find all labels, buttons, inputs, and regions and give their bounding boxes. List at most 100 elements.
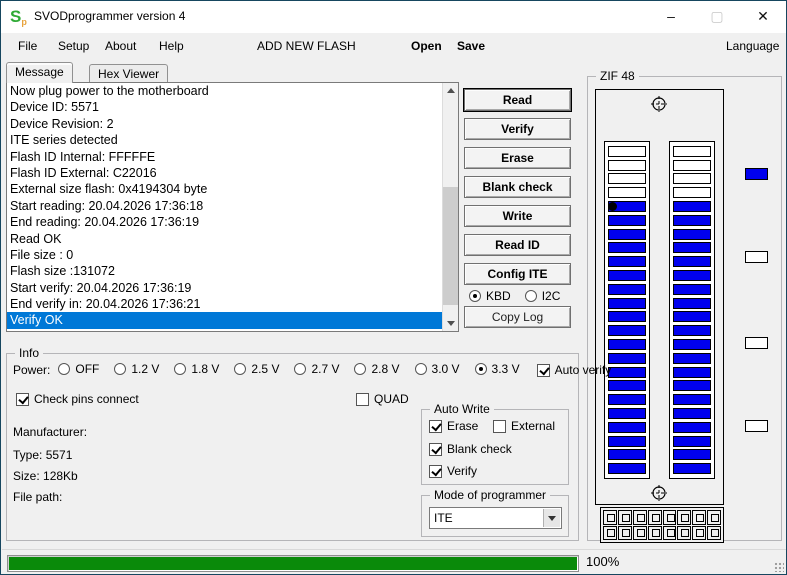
mode-value: ITE <box>434 511 453 525</box>
i2c-radio[interactable]: I2C <box>524 289 560 303</box>
blank-check-button[interactable]: Blank check <box>464 176 571 198</box>
message-log[interactable]: Now plug power to the motherboard Device … <box>6 82 459 332</box>
log-line[interactable]: Now plug power to the motherboard <box>7 83 458 99</box>
power-3.3v-radio[interactable]: 3.3 V <box>474 362 520 376</box>
auto-write-external-checkbox[interactable]: External <box>493 419 555 433</box>
kbd-radio[interactable]: KBD <box>469 289 511 303</box>
config-ite-button[interactable]: Config ITE <box>464 263 571 285</box>
auto-write-verify-checkbox[interactable]: Verify <box>429 464 477 478</box>
zif-pin-slot <box>673 145 711 157</box>
radio-icon <box>414 363 427 375</box>
verify-button[interactable]: Verify <box>464 118 571 140</box>
alignment-crosshair-top-icon <box>651 96 667 112</box>
scroll-down-icon[interactable] <box>443 315 458 331</box>
checkbox-icon <box>429 419 442 433</box>
power-2.7v-radio[interactable]: 2.7 V <box>294 362 339 376</box>
zif-pin-slot <box>673 173 711 185</box>
auto-verify-checkbox[interactable]: Auto verify <box>536 363 611 377</box>
power-1.8v-radio[interactable]: 1.8 V <box>174 362 219 376</box>
log-line[interactable]: Start reading: 20.04.2026 17:36:18 <box>7 198 458 214</box>
menu-add-new-flash[interactable]: ADD NEW FLASH <box>257 39 356 53</box>
checkbox-icon <box>429 464 442 478</box>
log-line[interactable]: Flash ID External: C22016 <box>7 165 458 181</box>
log-line[interactable]: Device Revision: 2 <box>7 116 458 132</box>
zif-pin-slot <box>608 380 646 392</box>
quad-checkbox[interactable]: QUAD <box>356 392 409 406</box>
read-id-button[interactable]: Read ID <box>464 234 571 256</box>
log-line[interactable]: Verify OK <box>7 312 442 329</box>
zif-pin-slot <box>673 159 711 171</box>
log-line[interactable]: File size : 0 <box>7 247 458 263</box>
log-scrollbar[interactable] <box>442 83 458 331</box>
log-line[interactable]: Flash size :131072 <box>7 263 458 279</box>
close-button[interactable]: ✕ <box>740 1 786 32</box>
scrollbar-thumb[interactable] <box>443 187 458 305</box>
zif-pin-slot <box>608 214 646 226</box>
connector-pin <box>617 510 632 525</box>
power-2.8v-radio[interactable]: 2.8 V <box>354 362 400 376</box>
menu-open[interactable]: Open <box>411 39 442 53</box>
zif-pin-slot <box>608 311 646 323</box>
write-button[interactable]: Write <box>464 205 571 227</box>
zif-pin-slot <box>673 325 711 337</box>
erase-button[interactable]: Erase <box>464 147 571 169</box>
resize-grip-icon[interactable] <box>774 562 784 572</box>
file-path-field: File path: <box>13 490 63 504</box>
radio-icon <box>474 363 487 375</box>
zif-pin-slot <box>608 269 646 281</box>
log-line[interactable]: End verify in: 20.04.2026 17:36:21 <box>7 296 458 312</box>
type-field: Type: 5571 <box>13 448 73 462</box>
zif-pin-slot <box>608 200 646 212</box>
log-line[interactable]: End reading: 20.04.2026 17:36:19 <box>7 214 458 230</box>
auto-write-erase-checkbox[interactable]: Erase <box>429 419 478 433</box>
power-2.5v-radio[interactable]: 2.5 V <box>234 362 279 376</box>
menu-file[interactable]: File <box>18 39 37 53</box>
connector-pin <box>647 510 662 525</box>
radio-label: 1.8 V <box>191 362 220 376</box>
radio-label: OFF <box>75 362 100 376</box>
connector-pin <box>707 525 721 540</box>
zif-pin-slot <box>608 449 646 461</box>
radio-label: 2.5 V <box>251 362 280 376</box>
zif-pin-slot <box>608 173 646 185</box>
tab-message[interactable]: Message <box>6 62 73 83</box>
checkbox-label: Verify <box>447 464 478 478</box>
copy-log-button[interactable]: Copy Log <box>464 306 571 328</box>
zif-pin-slot <box>608 145 646 157</box>
mode-combobox[interactable]: ITE <box>429 507 562 529</box>
menu-about[interactable]: About <box>105 39 136 53</box>
power-off-radio[interactable]: OFF <box>58 362 99 376</box>
log-line[interactable]: Read OK <box>7 231 458 247</box>
interface-radio-group: KBD I2C <box>469 289 569 303</box>
read-button[interactable]: Read <box>463 88 572 112</box>
app-window: Sp SVODprogrammer version 4 – ▢ ✕ File S… <box>0 0 787 575</box>
power-1.2v-radio[interactable]: 1.2 V <box>114 362 159 376</box>
window-title: SVODprogrammer version 4 <box>34 9 186 23</box>
menu-setup[interactable]: Setup <box>58 39 89 53</box>
zif-pin-slot <box>608 325 646 337</box>
log-line[interactable]: Device ID: 5571 <box>7 99 458 115</box>
zif-pin-slot <box>608 283 646 295</box>
zif-pin-slot <box>608 159 646 171</box>
minimize-button[interactable]: – <box>648 1 694 32</box>
log-line[interactable]: Flash ID Internal: FFFFFE <box>7 149 458 165</box>
menu-language[interactable]: Language <box>726 39 779 53</box>
connector-pin <box>707 510 721 525</box>
checkbox-label: Blank check <box>447 442 512 456</box>
connector-pin <box>632 510 647 525</box>
app-icon: Sp <box>10 7 27 28</box>
menu-save[interactable]: Save <box>457 39 485 53</box>
auto-write-blank-check-checkbox[interactable]: Blank check <box>429 442 512 456</box>
chevron-down-icon[interactable] <box>543 509 560 527</box>
scroll-up-icon[interactable] <box>443 83 458 99</box>
maximize-button[interactable]: ▢ <box>694 1 740 32</box>
log-line[interactable]: ITE series detected <box>7 132 458 148</box>
log-line[interactable]: External size flash: 0x4194304 byte <box>7 181 458 197</box>
programmer-connector <box>600 507 724 543</box>
menu-help[interactable]: Help <box>159 39 184 53</box>
tab-hex-viewer[interactable]: Hex Viewer <box>89 64 169 84</box>
connector-pin <box>662 525 677 540</box>
check-pins-connect-checkbox[interactable]: Check pins connect <box>16 392 139 406</box>
log-line[interactable]: Start verify: 20.04.2026 17:36:19 <box>7 280 458 296</box>
power-3.0v-radio[interactable]: 3.0 V <box>414 362 460 376</box>
